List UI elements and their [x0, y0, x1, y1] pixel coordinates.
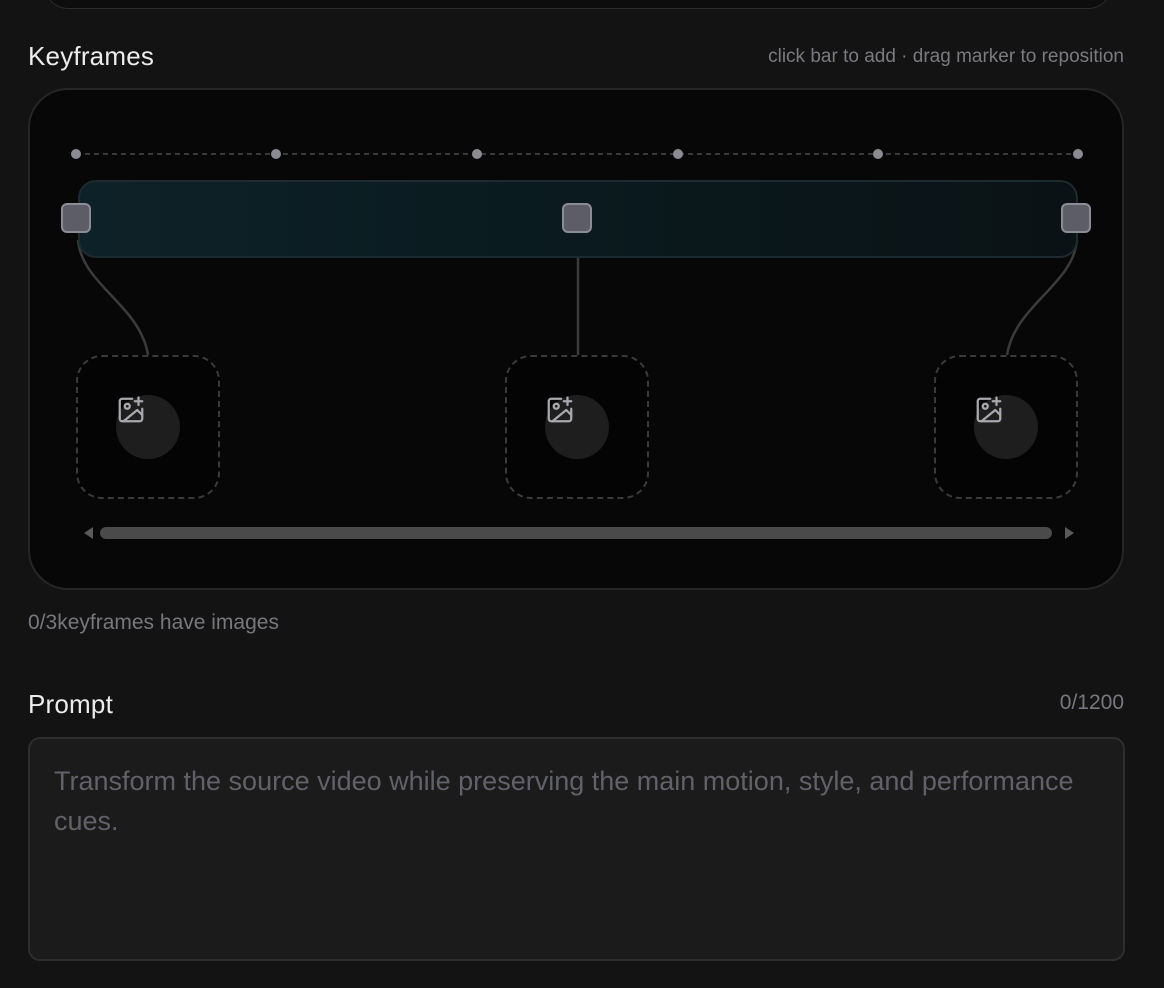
scroll-thumb[interactable] [100, 527, 1052, 539]
ruler-tick [472, 149, 482, 159]
prompt-input[interactable] [28, 737, 1125, 961]
keyframe-marker-2[interactable] [562, 203, 592, 233]
timeline-graphics [71, 149, 1083, 356]
keyframe-image-slot-2[interactable] [505, 355, 649, 499]
scroll-right-arrow-icon[interactable] [1065, 527, 1074, 539]
image-add-icon [976, 396, 1002, 423]
keyframe-count-label: keyframes have images [57, 611, 279, 634]
add-image-button[interactable] [974, 395, 1038, 459]
ruler-tick [71, 149, 81, 159]
horizontal-scrollbar[interactable] [84, 522, 1074, 544]
keyframe-marker-1[interactable] [61, 203, 91, 233]
prompt-char-count: 0/1200 [1059, 691, 1124, 714]
ruler-tick [673, 149, 683, 159]
ruler-tick [873, 149, 883, 159]
previous-section-card [44, 0, 1112, 9]
ruler-tick [271, 149, 281, 159]
keyframe-count-value: 0/3 [28, 611, 58, 634]
keyframe-image-slot-3[interactable] [934, 355, 1078, 499]
image-add-icon [118, 396, 144, 423]
keyframe-image-slot-1[interactable] [76, 355, 220, 499]
keyframes-panel [28, 88, 1124, 590]
keyframes-hint: click bar to add · drag marker to reposi… [768, 46, 1124, 67]
prompt-title: Prompt [28, 689, 114, 719]
keyframe-marker-3[interactable] [1061, 203, 1091, 233]
add-image-button[interactable] [545, 395, 609, 459]
image-add-icon [547, 396, 573, 423]
keyframe-image-count: 0/3keyframes have images [28, 611, 279, 635]
add-image-button[interactable] [116, 395, 180, 459]
keyframes-title: Keyframes [28, 41, 155, 71]
scroll-left-arrow-icon[interactable] [84, 527, 93, 539]
ruler-tick [1073, 149, 1083, 159]
